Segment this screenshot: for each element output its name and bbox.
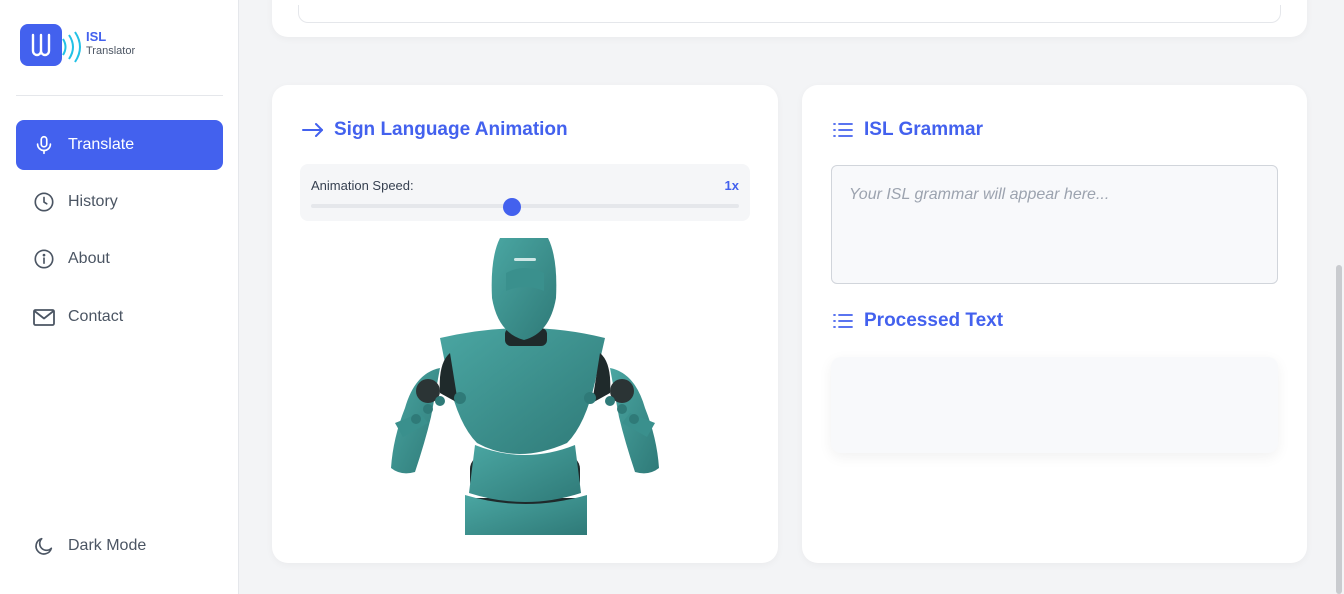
- sidebar-item-label: About: [68, 250, 110, 267]
- sound-waves-icon: [60, 30, 84, 69]
- brand-title: ISL: [86, 29, 107, 44]
- isl-grammar-output[interactable]: Your ISL grammar will appear here...: [831, 165, 1278, 284]
- animation-card: Sign Language Animation Animation Speed:…: [272, 85, 778, 563]
- page-scrollbar[interactable]: [1336, 265, 1342, 594]
- arrow-right-icon: [302, 122, 324, 138]
- speed-value: 1x: [724, 178, 739, 193]
- app-window: ISL Translator Translate History About C…: [0, 0, 1344, 594]
- speed-control: Animation Speed: 1x: [300, 164, 750, 221]
- sidebar-item-about[interactable]: About: [16, 234, 223, 284]
- brand-text: ISL Translator: [86, 30, 135, 58]
- animation-title: Sign Language Animation: [302, 119, 568, 141]
- clock-icon: [32, 190, 56, 214]
- robot-avatar: [391, 238, 659, 535]
- processed-title-text: Processed Text: [864, 310, 1004, 331]
- list-icon: [832, 121, 854, 139]
- grammar-title-text: ISL Grammar: [864, 119, 983, 140]
- processed-title: Processed Text: [832, 310, 1003, 332]
- grammar-title: ISL Grammar: [832, 119, 983, 141]
- dark-mode-label: Dark Mode: [68, 537, 147, 554]
- sidebar-item-label: Translate: [68, 136, 135, 153]
- speed-slider-track[interactable]: [311, 204, 739, 208]
- sidebar-item-label: History: [68, 193, 118, 210]
- info-icon: [32, 247, 56, 271]
- sidebar-item-label: Contact: [68, 308, 124, 325]
- sidebar-item-history[interactable]: History: [16, 177, 223, 227]
- brand-subtitle: Translator: [86, 45, 136, 57]
- sidebar-divider: [16, 95, 223, 96]
- input-card: [272, 0, 1307, 37]
- moon-icon: [32, 534, 56, 558]
- mail-icon: [32, 305, 56, 329]
- speed-slider-thumb[interactable]: [503, 198, 522, 216]
- text-input-area[interactable]: [298, 5, 1281, 23]
- list-icon: [832, 312, 854, 330]
- dark-mode-toggle[interactable]: Dark Mode: [16, 521, 223, 571]
- logo-mark-wrap: [20, 24, 62, 66]
- speed-label: Animation Speed:: [311, 178, 414, 193]
- sidebar: ISL Translator Translate History About C…: [0, 0, 239, 594]
- avatar-stage[interactable]: [300, 233, 750, 535]
- microphone-icon: [32, 133, 56, 157]
- grammar-placeholder: Your ISL grammar will appear here...: [849, 186, 1110, 203]
- processed-text-output: [831, 357, 1278, 453]
- animation-title-text: Sign Language Animation: [334, 119, 568, 140]
- sidebar-item-translate[interactable]: Translate: [16, 120, 223, 170]
- sidebar-item-contact[interactable]: Contact: [16, 292, 223, 342]
- hand-logo-icon: [20, 24, 62, 66]
- grammar-card: ISL Grammar Your ISL grammar will appear…: [802, 85, 1307, 563]
